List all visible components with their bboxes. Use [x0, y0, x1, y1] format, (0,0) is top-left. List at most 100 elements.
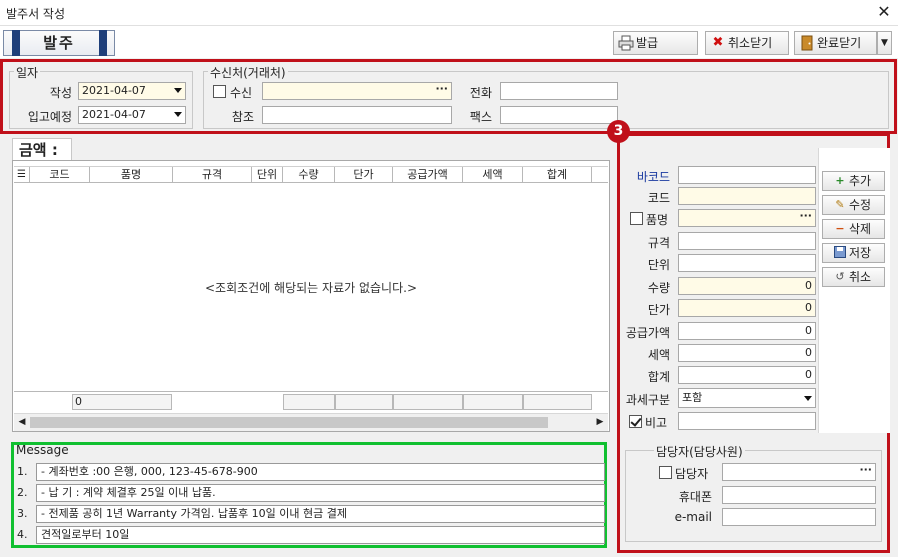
- col-spec[interactable]: 규격: [173, 167, 252, 183]
- fax-input[interactable]: [500, 106, 618, 124]
- qty-label: 수량: [647, 281, 670, 295]
- manager-label: 담당자: [675, 467, 709, 481]
- arrival-date-label: 입고예정: [27, 110, 72, 124]
- col-total[interactable]: 합계: [523, 167, 592, 183]
- price-input[interactable]: 0: [678, 299, 816, 317]
- col-supply[interactable]: 공급가액: [393, 167, 463, 183]
- lookup-icon[interactable]: ···: [859, 464, 872, 478]
- col-unit[interactable]: 단위: [252, 167, 283, 183]
- grid-summary-row: 0: [14, 391, 608, 411]
- add-button[interactable]: + 추가: [822, 171, 885, 191]
- arrival-date-picker[interactable]: 2021-04-07: [78, 106, 186, 124]
- message-num: 4.: [17, 528, 28, 541]
- printer-icon: [618, 35, 634, 51]
- tax-input[interactable]: 0: [678, 344, 816, 362]
- scroll-left-icon[interactable]: ◀: [14, 414, 30, 431]
- badge-cap-left: [12, 30, 20, 56]
- lookup-icon[interactable]: ···: [435, 83, 448, 97]
- ref-input[interactable]: [262, 106, 452, 124]
- done-close-button[interactable]: 완료닫기: [794, 31, 877, 55]
- phone-label: 전화: [469, 86, 492, 100]
- barcode-input[interactable]: [678, 166, 816, 184]
- qty-input[interactable]: 0: [678, 277, 816, 295]
- message-input[interactable]: - 계좌번호 :00 은행, 000, 123-45-678-900: [36, 463, 605, 481]
- chevron-down-icon: [804, 396, 812, 401]
- manager-checkbox[interactable]: [659, 466, 672, 479]
- message-input[interactable]: - 전제품 공히 1년 Warranty 가격임. 납품후 10일 이내 현금 …: [36, 505, 605, 523]
- tax-label: 세액: [647, 348, 670, 362]
- message-group-label: Message: [16, 443, 69, 457]
- note-checkbox[interactable]: [629, 415, 642, 428]
- col-code[interactable]: 코드: [30, 167, 90, 183]
- cancel-close-button[interactable]: ✖ 취소닫기: [705, 31, 789, 55]
- door-icon: [799, 35, 815, 51]
- tab-amount[interactable]: 금액 :: [12, 138, 72, 160]
- cancel-button[interactable]: ↺ 취소: [822, 267, 885, 287]
- delete-icon: −: [835, 222, 845, 235]
- note-label: 비고: [645, 416, 668, 430]
- col-name[interactable]: 품명: [90, 167, 173, 183]
- spec-input[interactable]: [678, 232, 816, 250]
- save-button-label: 저장: [849, 246, 872, 260]
- col-tax[interactable]: 세액: [463, 167, 523, 183]
- title-bar: 발주서 작성 ✕: [0, 0, 898, 26]
- phone-input[interactable]: [500, 82, 618, 100]
- written-date-label: 작성: [49, 86, 72, 100]
- done-close-label: 완료닫기: [817, 36, 862, 50]
- supply-input[interactable]: 0: [678, 322, 816, 340]
- name-checkbox[interactable]: [630, 212, 643, 225]
- recv-label: 수신: [230, 86, 253, 100]
- summary-tax: [463, 394, 523, 410]
- step-marker: 3: [607, 120, 630, 143]
- supply-label: 공급가액: [625, 326, 670, 340]
- manager-input[interactable]: ···: [722, 463, 876, 481]
- column-picker-icon[interactable]: ☰: [14, 167, 30, 183]
- mobile-input[interactable]: [722, 486, 876, 504]
- manager-group-label: 담당자(담당사원): [654, 443, 745, 460]
- code-input[interactable]: [678, 187, 816, 205]
- grid-horizontal-scrollbar[interactable]: ◀ ▶: [14, 413, 608, 431]
- total-label: 합계: [647, 370, 670, 384]
- fax-label: 팩스: [469, 110, 492, 124]
- spec-label: 규격: [647, 236, 670, 250]
- written-date-picker[interactable]: 2021-04-07: [78, 82, 186, 100]
- print-button[interactable]: 발급: [613, 31, 698, 55]
- col-qty[interactable]: 수량: [283, 167, 335, 183]
- cancel-button-label: 취소: [849, 270, 872, 284]
- unit-input[interactable]: [678, 254, 816, 272]
- save-button[interactable]: 저장: [822, 243, 885, 263]
- message-input[interactable]: - 납 기 : 계약 체결후 25일 이내 납품.: [36, 484, 605, 502]
- doc-type-badge: 발주: [3, 30, 115, 56]
- message-input[interactable]: 견적일로부터 10일: [36, 526, 605, 544]
- total-input[interactable]: 0: [678, 366, 816, 384]
- tax-type-label: 과세구분: [625, 393, 670, 407]
- chevron-down-icon: [174, 112, 182, 117]
- message-num: 3.: [17, 507, 28, 520]
- scroll-right-icon[interactable]: ▶: [592, 414, 608, 431]
- window-title: 발주서 작성: [6, 7, 66, 21]
- undo-icon: ↺: [835, 270, 845, 283]
- price-label: 단가: [647, 303, 670, 317]
- grid-header: ☰ 코드 품명 규격 단위 수량 단가 공급가액 세액 합계: [14, 166, 608, 183]
- mobile-label: 휴대폰: [678, 490, 712, 504]
- scroll-thumb[interactable]: [30, 417, 548, 428]
- lookup-icon[interactable]: ···: [799, 210, 812, 224]
- close-icon[interactable]: ✕: [874, 1, 894, 23]
- doc-type-label: 발주: [43, 34, 75, 52]
- item-name-input[interactable]: ···: [678, 209, 816, 227]
- email-input[interactable]: [722, 508, 876, 526]
- note-input[interactable]: [678, 412, 816, 430]
- col-price[interactable]: 단가: [335, 167, 393, 183]
- items-grid[interactable]: ☰ 코드 품명 규격 단위 수량 단가 공급가액 세액 합계 <조회조건에 해당…: [12, 160, 610, 432]
- arrival-date-value: 2021-04-07: [82, 108, 146, 121]
- tax-type-select[interactable]: 포함: [678, 388, 816, 408]
- recv-input[interactable]: ···: [262, 82, 452, 100]
- done-close-dropdown[interactable]: ▼: [877, 31, 892, 55]
- date-group-label: 일자: [14, 64, 41, 81]
- recv-checkbox[interactable]: [213, 85, 226, 98]
- tab-amount-label: 금액 :: [19, 141, 58, 159]
- delete-button[interactable]: − 삭제: [822, 219, 885, 239]
- unit-label: 단위: [647, 258, 670, 272]
- save-icon: [833, 246, 847, 260]
- edit-button[interactable]: ✎ 수정: [822, 195, 885, 215]
